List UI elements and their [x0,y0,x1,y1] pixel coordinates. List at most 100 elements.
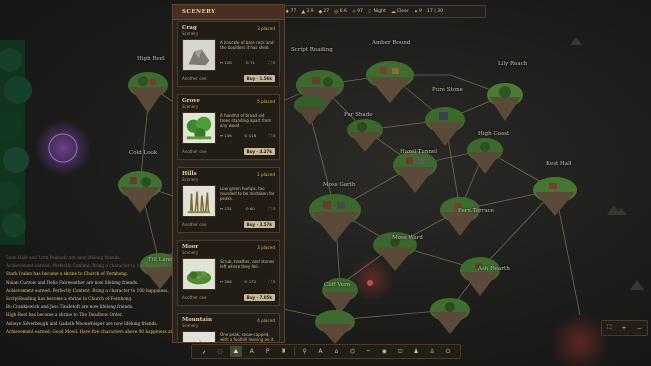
another-one-label: Another one [182,148,207,154]
stat-c: ⛶ 3 [268,133,275,138]
stat-item[interactable]: ▲ 3.9 [301,9,313,15]
people-tool-icon[interactable]: ⸙ [198,346,210,357]
character-tool-icon[interactable]: ♟ [410,346,422,357]
placed-count: 3 placed [257,26,275,31]
stat-a: ↔ 306 [220,279,232,284]
card-category: Scenery [182,104,199,109]
view-tool-icon[interactable]: ◉ [378,346,390,357]
circle-tool-icon[interactable]: ◌ [214,346,226,357]
pin-tool-icon[interactable]: ⚲ [299,346,311,357]
stat-c: ⛶ 3 [268,279,275,284]
log-entry: Achievement earned: Perfectly Content. B… [6,263,169,269]
island-label[interactable]: Script Reading [291,47,333,53]
island-label[interactable]: Fern Terrace [458,208,494,214]
card-stats: ↔ 156 ⊙ 118 ⛶ 3 [220,133,275,138]
scenery-card-hills[interactable]: Hills Scenery 1 placed Low green humps, … [177,167,280,233]
resource-bar: ♦ 77 ▲ 3.9 ◆ 27 ◎ 6.6 ✧ 97 ☾ Night ☁ Clear ✦ 9 1… [280,5,486,18]
another-one-label: Another one [182,221,207,227]
grove-thumbnail [182,112,216,144]
resource-icon: ♦ [285,8,290,15]
buy-button[interactable]: Buy · 1.56k [243,74,275,82]
buy-button[interactable]: Buy · 7.05k [243,293,275,301]
zoom-in-icon[interactable]: + [622,325,627,332]
fullscreen-icon[interactable]: ⛶ [607,324,611,332]
island-label[interactable]: Cold Look [129,150,157,156]
toolbar-divider [293,347,295,356]
danger-marker[interactable] [367,280,373,286]
buy-button[interactable]: Buy · 3.57k [243,220,275,228]
island-label[interactable]: High Coast [478,131,509,137]
tower-tool-icon[interactable]: ♜ [278,346,290,357]
label-tool-icon[interactable]: A [314,346,326,357]
stat-b: ⊙ 60 [245,206,255,211]
house-tool-icon[interactable]: ⌂ [330,346,342,357]
card-stats: ↔ 131 ⊙ 60 ⛶ 3 [220,206,275,211]
scenery-card-crag[interactable]: Crag Scenery 3 placed A knuckle of bare … [177,21,280,87]
moon-icon: ☾ [367,8,373,15]
log-entry: Achievement earned: Good Mood. Have five… [6,328,172,334]
scenery-card-mountain[interactable]: Mountain Scenery 4 placed One peak, snow… [177,313,280,342]
log-entry: Bo Crankiewick and Jess Tinsletoft are n… [6,304,134,310]
buy-button[interactable]: Buy · 4.27k [243,147,275,155]
stat-a: ↔ 128 [220,60,232,65]
island-label[interactable]: Far Shade [344,112,372,118]
stat-value: 3.9 [306,9,314,14]
island-label[interactable]: Cliff Vern [324,282,350,288]
log-entry: Asheyo Silverbough and Gadath Moonwhispe… [6,320,158,326]
stat-item[interactable]: ✦ 9 [414,9,422,15]
time-of-day[interactable]: ☾ Night [368,9,386,15]
island-label[interactable]: Moss Ward [392,235,423,241]
stat-item[interactable]: 17 | 30 [427,9,443,14]
stat-item[interactable]: ♦ 77 [285,9,296,15]
panel-title: Scenery [173,5,284,20]
stat-b: ⊙ 172 [244,279,256,284]
card-description: Low green humps, too rounded to be mista… [220,186,275,201]
stat-item[interactable]: ◆ 27 [319,9,330,15]
island-label[interactable]: Pure Stone [432,87,463,93]
stat-value: 6.6 [339,9,347,14]
log-entry: High Reel has become a shrine to The Dea… [6,312,123,318]
card-category: Scenery [182,177,199,182]
resource-icon: ✧ [351,8,357,15]
build-toolbar: ⸙ ◌ ⛰ A P ♜ ⚲ A ⌂ ⌬ ⌔ ◉ ⛫ ♟ ♙ ⏻ [191,344,461,359]
cloud-icon: ☁ [390,8,396,15]
card-stats: ↔ 128 ⊙ 71 ⛶ 3 [220,60,275,65]
stat-b: ⊙ 71 [245,60,255,65]
stat-value: 77 [290,9,297,14]
log-entry: Stark Ivalen has become a shrine to Chur… [6,271,128,277]
storage-tool-icon[interactable]: ⌔ [362,346,374,357]
temple-tool-icon[interactable]: ⛫ [394,346,406,357]
zoom-out-icon[interactable]: − [637,325,642,332]
island-label[interactable]: Ash Hearth [478,266,510,272]
moor-thumbnail [182,258,216,290]
island-label[interactable]: High Reel [137,56,165,62]
scenery-card-moor[interactable]: Moor Scenery 3 placed Scrub, heather, an… [177,240,280,306]
scenery-tool-icon[interactable]: ⛰ [229,346,242,357]
log-entry: ScriptReading has become a shrine to Chu… [6,296,133,302]
stat-item[interactable]: ✧ 97 [352,9,363,15]
resource-icon: ▲ [301,8,306,15]
island-label[interactable]: Kest Hall [546,161,572,167]
card-description: A knuckle of bare rock and the boulders … [220,40,274,50]
distant-peaks [570,37,644,290]
island-label[interactable]: Hazel Tunnel [400,149,437,155]
text-tool-icon[interactable]: A [246,346,258,357]
island-label[interactable]: Lily Reach [498,61,527,67]
pawn-tool-icon[interactable]: ♙ [426,346,438,357]
island-label[interactable]: Moss Garth [323,182,355,188]
island-label[interactable]: Amber Round [372,40,410,46]
card-category: Scenery [182,31,199,36]
stat-value: 9 [419,9,422,14]
power-icon[interactable]: ⏻ [442,346,454,357]
weather[interactable]: ☁ Clear [391,9,409,15]
crag-thumbnail [182,39,216,71]
scenery-card-grove[interactable]: Grove Scenery 5 placed A handful of broa… [177,94,280,160]
mountain-thumbnail [182,331,216,342]
stat-item[interactable]: ◎ 6.6 [334,9,347,15]
hills-thumbnail [182,185,216,217]
another-one-label: Another one [182,294,207,300]
stat-c: ⛶ 3 [268,206,275,211]
flag-tool-icon[interactable]: P [262,346,274,357]
card-list[interactable]: Crag Scenery 3 placed A knuckle of bare … [177,21,280,342]
workshop-tool-icon[interactable]: ⌬ [346,346,358,357]
